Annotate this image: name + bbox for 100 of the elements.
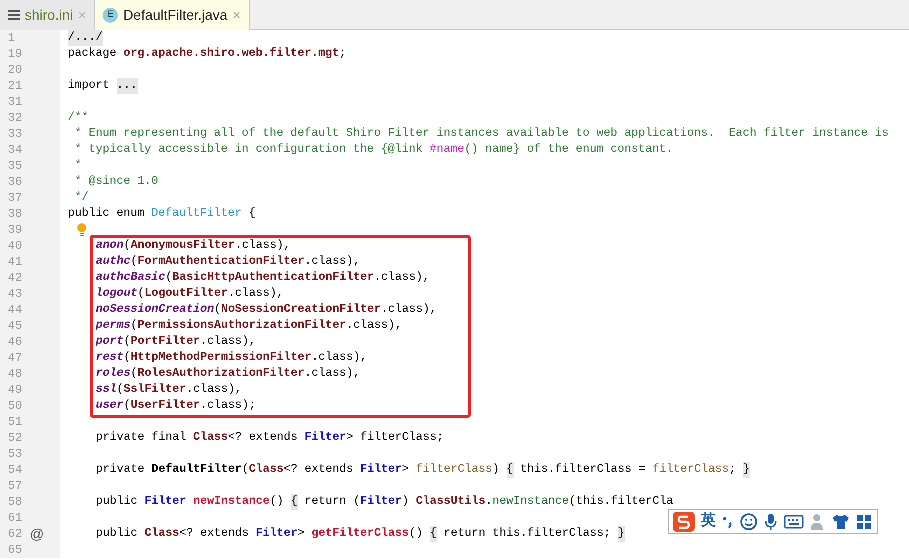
comment-text: * Enum representing all of the default Shiro Filter instances available to web applications. Each filter instance is [74,126,889,142]
interface-name: Filter [256,526,298,542]
grid-icon[interactable] [856,514,872,530]
code-text: ( [124,334,131,350]
line-number: 46 [7,334,24,350]
line-number: 61 [7,510,24,526]
line-number: 62 [7,526,24,542]
enum-constant: anon [96,238,124,254]
code-text: > filterClass; [346,430,444,446]
microphone-icon[interactable] [764,512,778,530]
folded-code: { [506,462,514,478]
method-name: newInstance [193,494,270,510]
code-text: public [96,526,139,542]
line-number: 41 [7,254,24,270]
type-name: DefaultFilter [152,206,242,222]
folded-code: /.../ [68,30,103,46]
parameter-name: filterClass [416,462,493,478]
code-text: () [409,526,424,542]
folded-code: } [618,526,625,542]
code-text: > [298,526,306,542]
editor-tab[interactable]: shiro.ini × [0,0,96,30]
method-name: getFilterClass [312,526,410,542]
enum-constant: roles [96,366,131,382]
package-name: org.apache.shiro.web.filter.mgt [124,46,340,62]
folded-code: } [743,462,750,478]
editor-tab[interactable]: E DefaultFilter.java × [95,0,250,30]
enum-constant: rest [96,350,124,366]
line-number: 51 [7,414,24,430]
code-text: .class), [186,382,242,398]
code-text: ; [729,462,738,478]
enum-constant: user [96,398,124,414]
method-call: newInstance [492,494,570,510]
line-number: 38 [7,206,24,222]
line-number: 40 [7,238,24,254]
class-name: LogoutFilter [144,286,228,302]
code-text: import [68,78,111,94]
class-name: SslFilter [124,382,186,398]
code-text: ( [124,350,131,366]
comment-text: /** [68,110,89,126]
code-text: .class), [304,366,360,382]
comment-text: () name} of the enum constant. [464,142,674,158]
code-text: .class), [374,270,430,286]
parameter-name: filterClass [652,462,730,478]
enum-constant: ssl [96,382,117,398]
interface-name: Filter [144,494,188,510]
code-text: ( [130,318,138,334]
code-text: { [248,206,256,222]
code-text: package [68,46,118,62]
code-text: (this.filterCla [569,494,674,510]
code-text: ( [124,238,131,254]
code-text: private final [96,430,188,446]
line-number: 50 [7,398,24,414]
interface-name: Filter [360,494,402,510]
lines-icon [8,9,20,21]
code-text: <? extends [180,526,250,542]
code-text: ( [214,302,222,318]
class-name: FormAuthenticationFilter [138,254,305,270]
line-number: 43 [7,286,24,302]
line-number: 35 [7,158,24,174]
line-number: 57 [7,478,24,494]
code-text: ( [130,254,138,270]
shirt-icon[interactable] [832,514,850,530]
code-text: ( [116,382,124,398]
override-marker[interactable]: @ [30,526,44,542]
tab-label: shiro.ini [25,6,74,24]
keyboard-icon[interactable] [784,514,804,528]
line-number: 1 [7,30,16,46]
code-text: .class), [200,334,256,350]
class-name: UserFilter [130,398,200,414]
code-text: .class), [312,350,368,366]
s-logo-icon[interactable] [673,512,695,532]
folded-code: { [430,526,437,542]
class-name: ClassUtils [416,494,486,510]
lightbulb-icon[interactable] [77,223,87,237]
line-number: 42 [7,270,24,286]
line-number: 36 [7,174,24,190]
code-text: .class), [346,318,402,334]
class-name: PermissionsAuthorizationFilter [138,318,346,334]
line-number: 39 [7,222,24,238]
line-number: 19 [7,46,24,62]
enum-file-icon: E [103,8,118,22]
enum-constant: logout [96,286,138,302]
line-number: 49 [7,382,24,398]
line-number: 37 [7,190,24,206]
class-name: Class [144,526,180,542]
constructor-name: DefaultFilter [152,462,242,478]
code-text: private [96,462,146,478]
line-number: 54 [7,462,24,478]
smiley-icon[interactable] [740,512,758,530]
line-number: 65 [7,542,24,558]
comment-text: * @since 1.0 [74,174,158,190]
folded-code: ... [116,78,138,94]
code-text: . [486,494,493,510]
input-mode-toggle[interactable]: 英 [701,510,716,533]
code-text: ( [130,366,138,382]
code-text: () [270,494,285,510]
class-name: RolesAuthorizationFilter [138,366,305,382]
class-name: Class [193,430,228,446]
code-text: .class), [381,302,437,318]
line-number: 53 [7,446,24,462]
